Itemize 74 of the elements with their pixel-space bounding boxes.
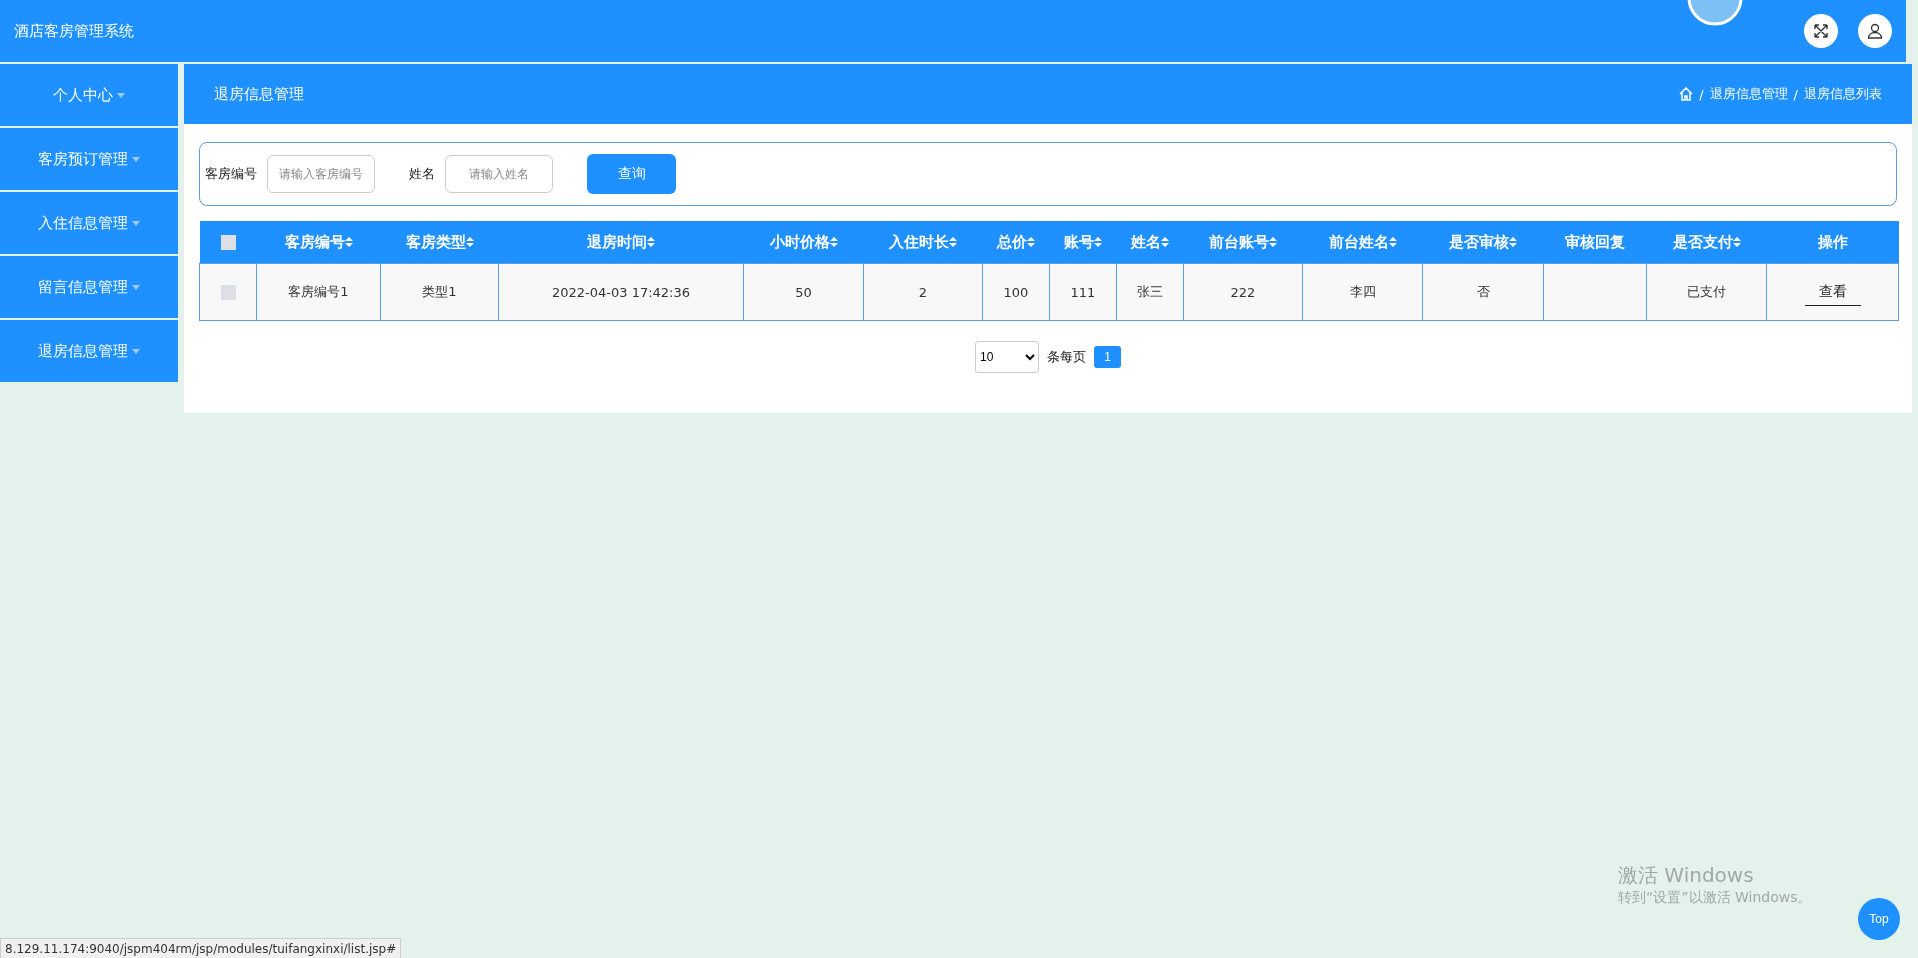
sidebar-item[interactable]: 客房预订管理 bbox=[0, 128, 178, 190]
table-cell: 2 bbox=[863, 263, 983, 321]
column-header[interactable]: 客房类型 bbox=[380, 221, 499, 264]
sort-icon bbox=[1509, 237, 1517, 247]
column-header[interactable]: 前台账号 bbox=[1183, 221, 1303, 264]
column-header: 操作 bbox=[1766, 221, 1899, 264]
column-header[interactable]: 姓名 bbox=[1116, 221, 1184, 264]
column-header: 审核回复 bbox=[1543, 221, 1647, 264]
column-header[interactable]: 前台姓名 bbox=[1302, 221, 1423, 264]
field-label: 姓名 bbox=[409, 165, 435, 183]
sidebar-item[interactable]: 入住信息管理 bbox=[0, 192, 178, 254]
column-header[interactable]: 是否支付 bbox=[1646, 221, 1767, 264]
breadcrumb-link[interactable]: 退房信息管理 bbox=[1709, 85, 1788, 103]
user-button[interactable] bbox=[1858, 14, 1892, 48]
caret-icon bbox=[132, 348, 140, 354]
table-cell: 100 bbox=[982, 263, 1050, 321]
column-header[interactable]: 入住时长 bbox=[863, 221, 983, 264]
search-input[interactable]: 请输入客房编号 bbox=[267, 155, 375, 193]
breadcrumb-separator: / bbox=[1699, 86, 1704, 102]
status-url: 8.129.11.174:9040/jspm404rm/jsp/modules/tuifangxinxi/list.jsp# bbox=[0, 938, 402, 958]
sidebar-item[interactable]: 留言信息管理 bbox=[0, 256, 178, 318]
column-header[interactable]: 账号 bbox=[1049, 221, 1117, 264]
sort-icon bbox=[344, 237, 353, 247]
sort-icon bbox=[1027, 237, 1035, 247]
sort-icon bbox=[1161, 237, 1169, 247]
caret-icon bbox=[117, 92, 125, 98]
column-header[interactable]: 是否审核 bbox=[1422, 221, 1544, 264]
table-cell: 李四 bbox=[1302, 263, 1423, 321]
user-icon bbox=[1867, 23, 1883, 39]
sort-icon bbox=[1269, 237, 1277, 247]
caret-icon bbox=[132, 156, 140, 162]
sort-icon bbox=[1388, 237, 1397, 247]
query-button[interactable]: 查询 bbox=[587, 154, 676, 194]
search-input[interactable]: 请输入姓名 bbox=[445, 155, 553, 193]
sidebar-item[interactable]: 个人中心 bbox=[0, 64, 178, 126]
back-to-top-button[interactable]: Top bbox=[1858, 898, 1900, 940]
activation-text: 转到“设置”以激活 Windows。 bbox=[1618, 889, 1812, 907]
field-label: 客房编号 bbox=[205, 165, 257, 183]
sort-icon bbox=[829, 237, 838, 247]
sort-icon bbox=[1094, 237, 1102, 247]
sort-icon bbox=[949, 237, 957, 247]
caret-icon bbox=[132, 220, 140, 226]
table-cell: 张三 bbox=[1116, 263, 1184, 321]
column-header[interactable]: 客房编号 bbox=[256, 221, 381, 264]
sort-icon bbox=[465, 237, 474, 247]
table-cell: 111 bbox=[1049, 263, 1117, 321]
table-cell: 2022-04-03 17:42:36 bbox=[498, 263, 744, 321]
activation-title: 激活 Windows bbox=[1618, 862, 1755, 889]
table-cell: 已支付 bbox=[1646, 263, 1767, 321]
table-cell: 222 bbox=[1183, 263, 1303, 321]
sidebar-item[interactable]: 退房信息管理 bbox=[0, 320, 178, 382]
caret-icon bbox=[132, 284, 140, 290]
page-size-label: 条每页 bbox=[1047, 348, 1086, 366]
fullscreen-button[interactable] bbox=[1804, 14, 1838, 48]
table-cell: 否 bbox=[1422, 263, 1544, 321]
system-title: 酒店客房管理系统 bbox=[14, 21, 135, 41]
home-icon[interactable] bbox=[1679, 87, 1694, 101]
select-all-checkbox[interactable] bbox=[220, 235, 236, 250]
page-button[interactable]: 1 bbox=[1094, 346, 1121, 368]
expand-icon bbox=[1813, 23, 1829, 39]
page-title: 退房信息管理 bbox=[214, 84, 304, 104]
table-cell: 类型1 bbox=[380, 263, 499, 321]
page-size-select[interactable]: 10 bbox=[975, 341, 1039, 373]
sort-icon bbox=[1732, 237, 1741, 247]
breadcrumb-link[interactable]: 退房信息列表 bbox=[1804, 85, 1882, 103]
table-cell: 客房编号1 bbox=[256, 263, 381, 321]
column-header[interactable]: 退房时间 bbox=[498, 221, 744, 264]
sort-icon bbox=[647, 237, 655, 247]
column-header[interactable]: 总价 bbox=[982, 221, 1050, 264]
breadcrumb-separator: / bbox=[1793, 86, 1798, 102]
table-cell: 50 bbox=[743, 263, 864, 321]
view-button[interactable]: 查看 bbox=[1804, 278, 1861, 306]
row-checkbox[interactable] bbox=[220, 285, 236, 300]
column-header[interactable]: 小时价格 bbox=[743, 221, 864, 264]
